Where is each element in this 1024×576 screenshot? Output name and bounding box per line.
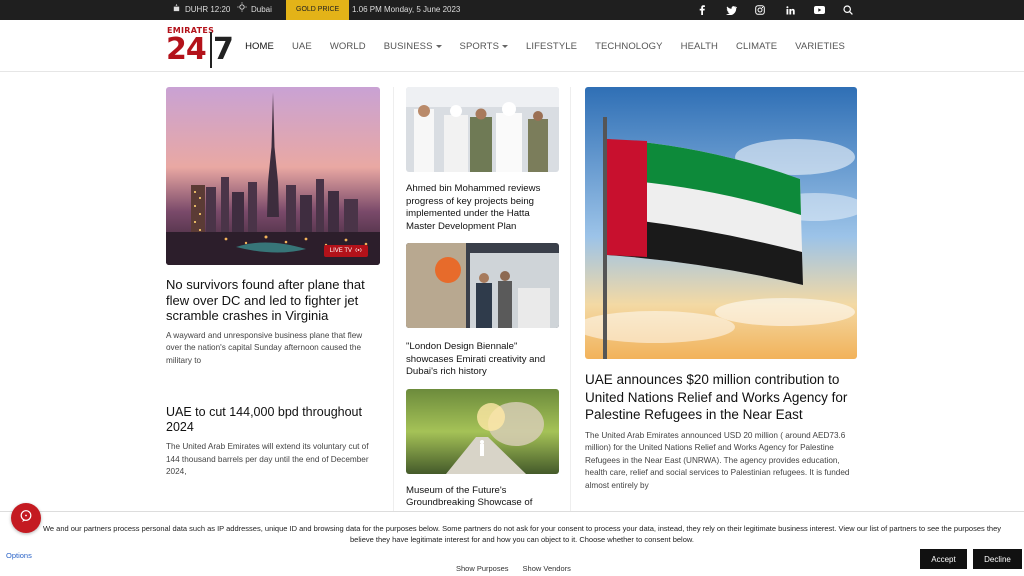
decline-button[interactable]: Decline <box>973 549 1022 569</box>
twitter-icon[interactable] <box>724 3 738 17</box>
mid-article-3-title[interactable]: Museum of the Future's Groundbreaking Sh… <box>406 485 559 510</box>
mid-article-3-image[interactable] <box>406 388 559 474</box>
feature-article-title[interactable]: UAE announces $20 million contribution t… <box>585 371 857 424</box>
nav-item-sports[interactable]: SPORTS <box>451 41 518 52</box>
site-logo[interactable]: EMIRATES 24 7 <box>166 24 238 68</box>
nav-item-home[interactable]: HOME <box>236 41 283 52</box>
cookie-links: Show Purposes Show Vendors <box>456 564 571 573</box>
chat-button[interactable] <box>11 503 41 533</box>
accept-button[interactable]: Accept <box>920 549 967 569</box>
lead-article-title[interactable]: No survivors found after plane that flew… <box>166 277 380 324</box>
facebook-icon[interactable] <box>695 3 709 17</box>
nav-item-health[interactable]: HEALTH <box>672 41 727 52</box>
feature-article-excerpt: The United Arab Emirates announced USD 2… <box>585 430 850 490</box>
right-column: UAE announces $20 million contribution t… <box>585 87 857 492</box>
show-vendors-link[interactable]: Show Vendors <box>523 564 571 573</box>
prayer-time: DUHR 12:20 <box>172 0 230 20</box>
nav-item-business[interactable]: BUSINESS <box>375 41 451 52</box>
nav-item-uae[interactable]: UAE <box>283 41 321 52</box>
cookie-options-link[interactable]: Options <box>6 551 32 560</box>
lead-article-excerpt: A wayward and unresponsive business plan… <box>166 330 363 365</box>
chevron-down-icon <box>502 44 509 48</box>
current-datetime: 1.06 PM Monday, 5 June 2023 <box>352 5 461 14</box>
mid-article-2-image[interactable] <box>406 243 559 328</box>
main-content: LIVE TV No survivors found after plane t… <box>0 72 1024 576</box>
second-article-excerpt: The United Arab Emirates will extend its… <box>166 442 369 476</box>
nav-item-lifestyle[interactable]: LIFESTYLE <box>517 41 586 52</box>
instagram-icon[interactable] <box>753 3 767 17</box>
chevron-down-icon <box>435 44 442 48</box>
nav-item-technology[interactable]: TECHNOLOGY <box>586 41 672 52</box>
mid-article-2-title[interactable]: "London Design Biennale" showcases Emira… <box>406 341 559 379</box>
live-tv-badge[interactable]: LIVE TV <box>323 245 368 257</box>
youtube-icon[interactable] <box>812 3 826 17</box>
mosque-icon <box>172 0 181 20</box>
cookie-consent-text: We and our partners process personal dat… <box>42 524 1002 544</box>
middle-column: Ahmed bin Mohammed reviews progress of k… <box>393 87 571 517</box>
top-bar: DUHR 12:20 Dubai GOLD PRICE 1.06 PM Mond… <box>0 0 1024 20</box>
cookie-consent-banner: We and our partners process personal dat… <box>0 511 1024 576</box>
site-header: EMIRATES 24 7 HOME UAE WORLD BUSINESS SP… <box>0 20 1024 72</box>
left-column: LIVE TV No survivors found after plane t… <box>166 87 380 479</box>
chat-bubble-icon <box>19 509 33 528</box>
second-article-title[interactable]: UAE to cut 144,000 bpd throughout 2024 <box>166 405 380 435</box>
show-purposes-link[interactable]: Show Purposes <box>456 564 509 573</box>
mid-article-1-title[interactable]: Ahmed bin Mohammed reviews progress of k… <box>406 183 559 233</box>
search-icon[interactable] <box>841 3 855 17</box>
lead-article-image[interactable]: LIVE TV <box>166 87 380 265</box>
broadcast-icon <box>355 247 362 255</box>
nav-item-varieties[interactable]: VARIETIES <box>786 41 854 52</box>
nav-item-world[interactable]: WORLD <box>321 41 375 52</box>
linkedin-icon[interactable] <box>783 3 797 17</box>
nav-item-climate[interactable]: CLIMATE <box>727 41 786 52</box>
mid-article-1-image[interactable] <box>406 87 559 172</box>
main-nav: HOME UAE WORLD BUSINESS SPORTS LIFESTYLE… <box>236 20 854 72</box>
weather-city: Dubai <box>237 0 272 20</box>
feature-article-image[interactable] <box>585 87 857 359</box>
sun-icon <box>237 0 247 20</box>
gold-price-link[interactable]: GOLD PRICE <box>286 0 350 20</box>
